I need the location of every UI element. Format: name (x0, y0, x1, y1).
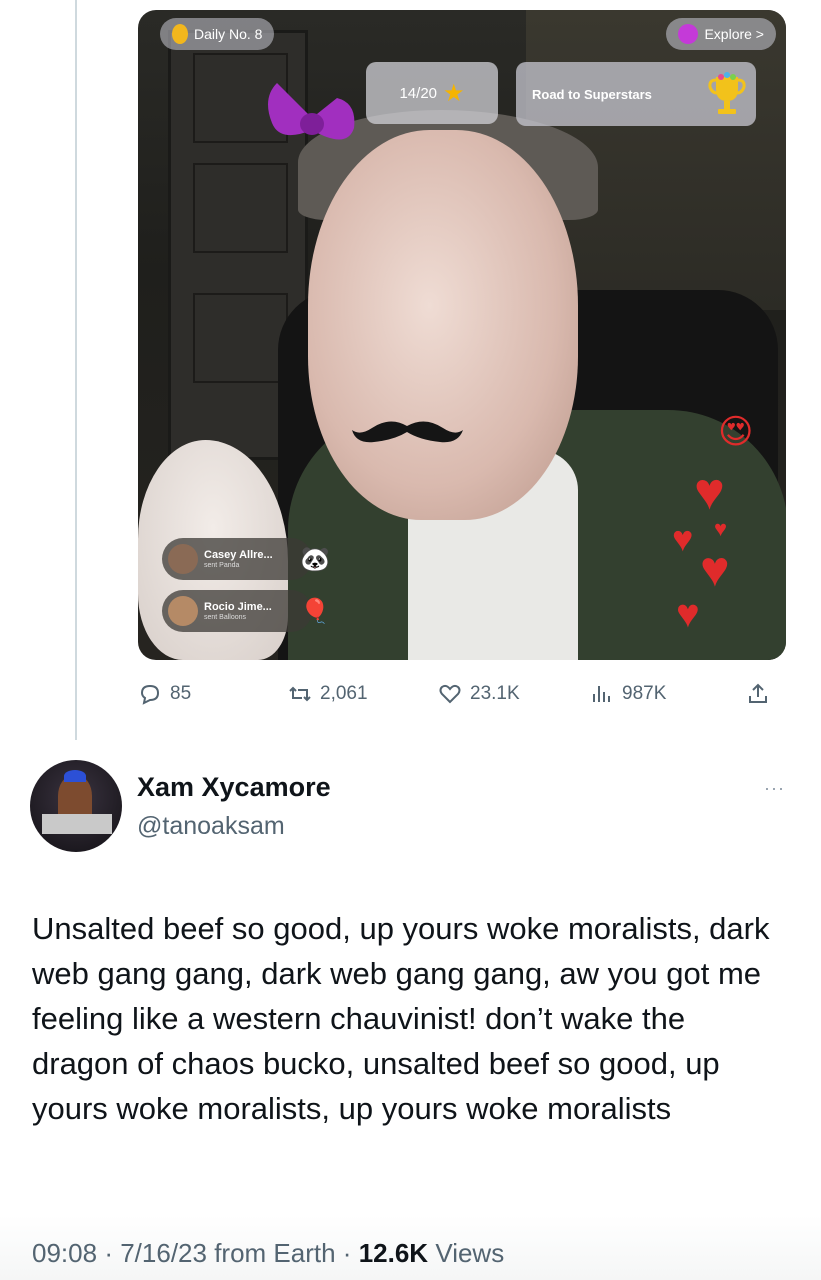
gift-description: sent Panda (204, 561, 240, 569)
author-avatar[interactable] (30, 760, 122, 852)
star-icon: ★ (443, 79, 465, 107)
repost-button[interactable]: 2,061 (288, 682, 368, 706)
heart-eyes-emoji-icon: 😍 (718, 413, 754, 451)
bow-sticker-icon (268, 83, 355, 140)
gift-notification-1: Casey Allre... sent Panda 🐼 (162, 538, 330, 580)
road-label: Road to Superstars (532, 86, 652, 102)
tweet-text: Unsalted beef so good, up yours woke mor… (32, 911, 770, 1126)
repost-count: 2,061 (320, 683, 368, 704)
avatar (168, 544, 198, 574)
reply-button[interactable]: 85 (138, 682, 191, 706)
balloons-icon: 🎈 (300, 597, 330, 625)
bar-chart-icon (593, 686, 610, 702)
author-display-name[interactable]: Xam Xycamore (137, 772, 331, 803)
meta-separator: · (104, 1238, 113, 1268)
road-to-superstars-banner[interactable]: Road to Superstars (516, 62, 756, 126)
author-handle[interactable]: @tanoaksam (137, 812, 285, 841)
tweet-date-source[interactable]: 7/16/23 from Earth (120, 1238, 335, 1268)
heart-icon: ♥ (714, 516, 728, 541)
gift-sender-name: Rocio Jime... (204, 600, 272, 613)
goal-progress: 14/20 ★ (366, 62, 498, 124)
tweet-meta: 09:08 · 7/16/23 from Earth · 12.6K Views (32, 1238, 504, 1269)
heart-outline-icon (439, 684, 461, 704)
heart-icon: ♥ (672, 518, 694, 559)
daily-label: Daily No. 8 (194, 26, 263, 42)
progress-label: 14/20 (399, 84, 438, 102)
panda-icon: 🐼 (300, 545, 330, 573)
gift-description: sent Balloons (204, 613, 247, 621)
like-button[interactable]: 23.1K (438, 682, 520, 706)
gift-notification-2: Rocio Jime... sent Balloons 🎈 (162, 590, 330, 632)
gift-sender-name: Casey Allre... (204, 548, 273, 561)
reply-icon (140, 684, 160, 705)
heart-icon: ♥ (700, 541, 730, 597)
share-icon (749, 683, 767, 703)
mustache-sticker-icon (352, 421, 463, 443)
thread-connector-line (75, 0, 77, 740)
face (308, 130, 578, 520)
views-count: 12.6K (358, 1238, 429, 1268)
view-count: 987K (622, 683, 667, 704)
reply-count: 85 (170, 683, 192, 704)
explore-label: Explore > (704, 26, 764, 42)
views-word: Views (435, 1238, 505, 1268)
avatar (168, 596, 198, 626)
explore-button[interactable]: Explore > (666, 18, 776, 50)
tweet-action-bar: 85 2,061 23.1K 987K (138, 676, 788, 712)
coin-icon (172, 24, 188, 44)
heart-icon: ♥ (676, 592, 700, 636)
explore-orb-icon (678, 24, 699, 44)
more-options-icon[interactable]: ··· (764, 778, 785, 799)
tweet-media[interactable]: Daily No. 8 Explore > 14/20 ★ Road to Su… (138, 10, 786, 660)
views-button[interactable]: 987K (590, 682, 666, 706)
share-button[interactable] (746, 682, 770, 706)
repost-icon (289, 686, 311, 702)
like-count: 23.1K (470, 683, 520, 704)
meta-separator: · (342, 1238, 352, 1268)
tweet-time[interactable]: 09:08 (32, 1238, 97, 1268)
heart-icon: ♥ (694, 463, 725, 521)
daily-badge[interactable]: Daily No. 8 (160, 18, 275, 50)
trophy-icon (708, 72, 746, 114)
